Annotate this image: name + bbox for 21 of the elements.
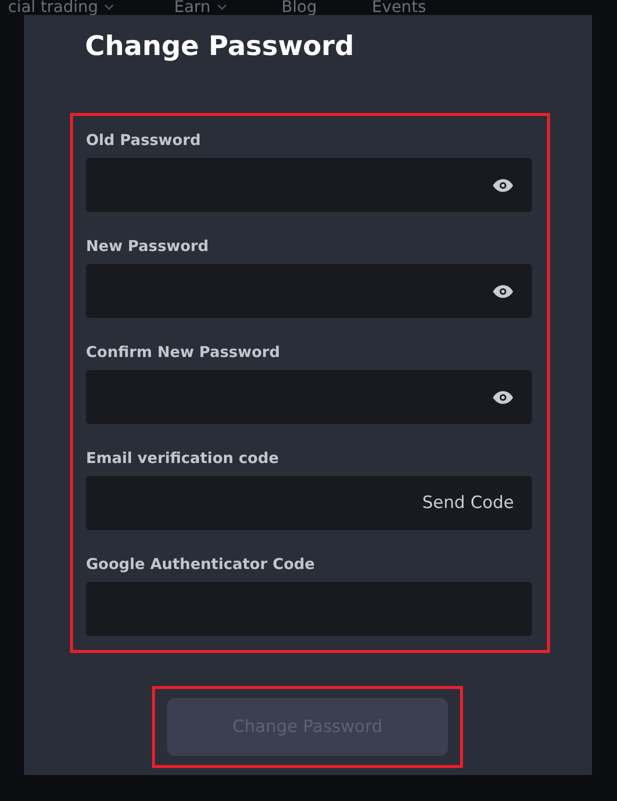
field-label: Old Password bbox=[86, 130, 202, 150]
nav-link[interactable]: Earn bbox=[174, 0, 210, 15]
input-field[interactable] bbox=[86, 158, 532, 212]
chevron-down-icon[interactable] bbox=[104, 4, 114, 10]
field-label: New Password bbox=[86, 236, 210, 256]
send-code-button[interactable]: Send Code bbox=[422, 493, 514, 513]
nav-link[interactable]: Blog bbox=[282, 0, 317, 15]
eye-icon[interactable] bbox=[492, 284, 514, 298]
field-label: Google Authenticator Code bbox=[86, 554, 316, 574]
chevron-down-icon[interactable] bbox=[216, 4, 226, 10]
input-field[interactable] bbox=[86, 582, 532, 636]
field-label: Confirm New Password bbox=[86, 342, 282, 362]
nav-link[interactable]: Events bbox=[372, 0, 426, 15]
eye-icon[interactable] bbox=[492, 178, 514, 192]
input-field[interactable] bbox=[86, 370, 532, 424]
eye-icon[interactable] bbox=[492, 390, 514, 404]
dialog-title: Change Password bbox=[85, 30, 356, 64]
input-field[interactable]: Send Code bbox=[86, 476, 532, 530]
nav-link[interactable]: cial trading bbox=[8, 0, 98, 15]
input-field[interactable] bbox=[86, 264, 532, 318]
field-label: Email verification code bbox=[86, 448, 280, 468]
